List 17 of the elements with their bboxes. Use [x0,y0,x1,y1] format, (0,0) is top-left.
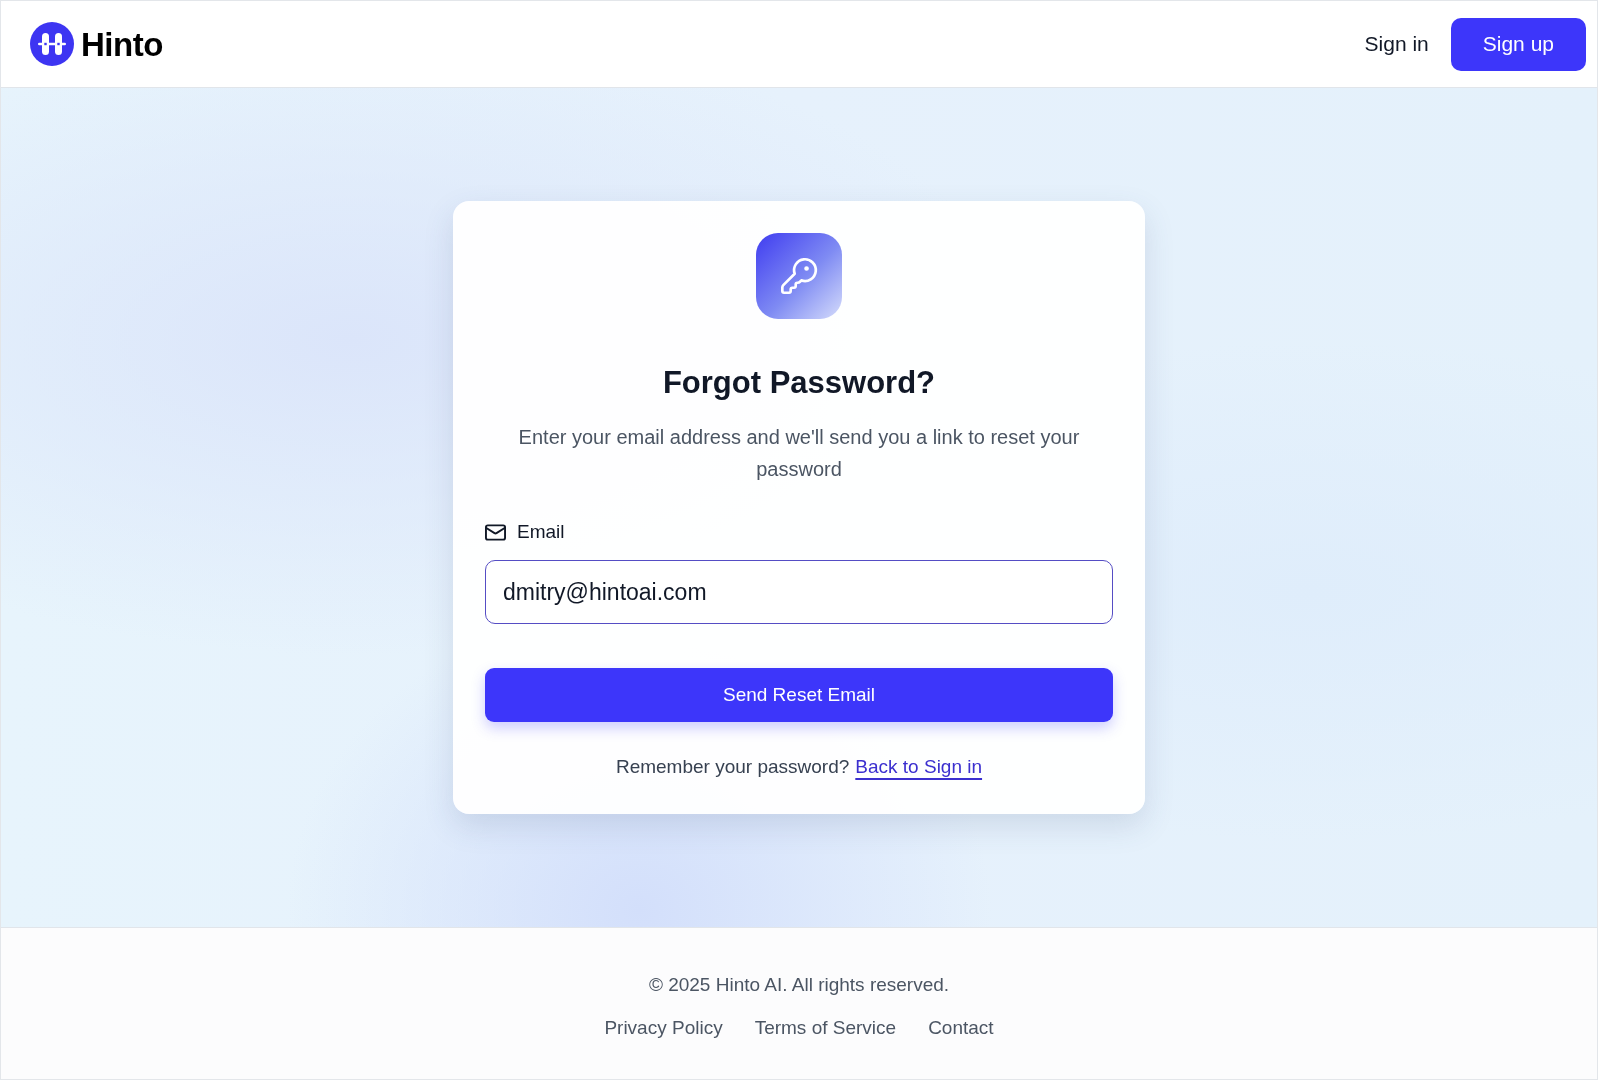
email-field[interactable]: dmitry@hintoai.com [485,560,1113,624]
page-title: Forgot Password? [662,365,936,401]
logo-text[interactable]: Hinto [81,27,163,61]
email-label: Email [517,520,565,544]
key-icon [756,233,842,319]
footer-link[interactable]: Terms of Service [754,1015,897,1041]
footer-link[interactable]: Contact [928,1015,994,1041]
mail-icon [485,523,506,541]
prompt-text: Remember your password? [615,755,850,779]
send-reset-email-button[interactable]: Send Reset Email [485,668,1113,722]
copyright-text: © 2025 Hinto AI. All rights reserved. [648,973,950,997]
sign-in-link[interactable]: Sign in [1364,30,1429,58]
footer-link[interactable]: Privacy Policy [604,1015,723,1041]
back-to-sign-in-link[interactable]: Back to Sign in [855,754,983,780]
description-text: Enter your email address and we'll send you a link to reset your password [517,425,1081,482]
logo-icon [30,22,74,66]
sign-up-button[interactable]: Sign up [1450,17,1586,71]
